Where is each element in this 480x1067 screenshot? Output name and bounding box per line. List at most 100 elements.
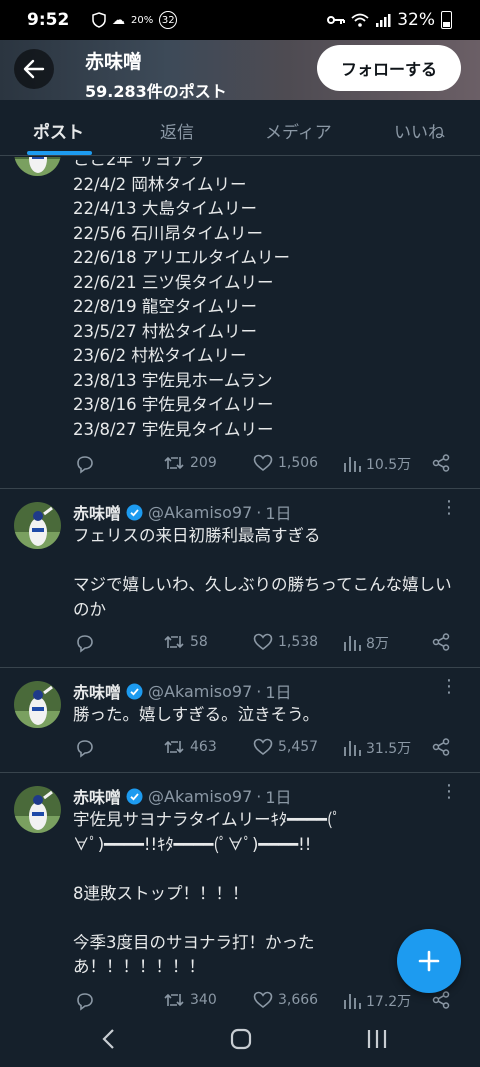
wifi-icon [351, 13, 369, 27]
profile-header: 赤味噌 59.283件のポスト フォローする [0, 40, 480, 101]
share-button[interactable] [432, 738, 450, 756]
share-button[interactable] [432, 454, 450, 472]
notification-badge: 32 [159, 11, 178, 29]
arrow-left-icon [23, 59, 45, 79]
heart-icon [253, 454, 273, 472]
author-handle[interactable]: @Akamiso97 [148, 682, 252, 701]
author-handle[interactable]: @Akamiso97 [148, 503, 252, 522]
status-time: 9:52 [27, 10, 70, 30]
avatar[interactable] [14, 681, 61, 728]
share-icon [432, 991, 450, 1009]
reply-button[interactable] [75, 991, 95, 1011]
tweet[interactable]: 赤味噌 @Akamiso97 · 1日 ⋮ フェリスの来日初勝利最高すぎる マジ… [0, 489, 480, 668]
retweet-icon [164, 635, 184, 649]
shield-icon [92, 12, 106, 28]
reply-icon [77, 456, 93, 474]
like-count: 1,506 [278, 455, 319, 471]
tweet-time[interactable]: 1日 [265, 500, 291, 524]
reply-icon [77, 740, 93, 758]
compose-button[interactable] [397, 929, 461, 993]
views-count: 31.5万 [366, 741, 412, 757]
views-icon [344, 741, 361, 756]
status-right: 32% [327, 10, 452, 30]
avatar[interactable] [14, 157, 61, 176]
views-button[interactable]: 10.5万 [343, 454, 411, 474]
tweet-header: 赤味噌 @Akamiso97 · 1日 [73, 784, 292, 808]
tweet-actions: 58 1,538 8万 [0, 633, 480, 655]
author-name[interactable]: 赤味噌 [73, 784, 121, 808]
back-button[interactable] [14, 49, 54, 89]
like-button[interactable]: 5,457 [253, 738, 318, 756]
profile-tabs: ポスト 返信 メディア いいね [0, 100, 480, 156]
follow-button[interactable]: フォローする [317, 45, 461, 91]
like-button[interactable]: 1,538 [253, 633, 318, 651]
views-button[interactable]: 17.2万 [343, 991, 411, 1011]
reply-button[interactable] [75, 633, 95, 653]
system-nav-bar [0, 1012, 480, 1067]
active-tab-indicator [27, 151, 92, 155]
profile-name: 赤味噌 [85, 51, 143, 73]
retweet-button[interactable]: 58 [163, 633, 208, 651]
author-name[interactable]: 赤味噌 [73, 679, 121, 703]
avatar[interactable] [14, 786, 61, 833]
battery-icon [441, 11, 452, 29]
tab-posts[interactable]: ポスト [33, 118, 84, 143]
share-icon [432, 454, 450, 472]
retweet-button[interactable]: 209 [163, 454, 217, 472]
tweet[interactable]: ここ2年 サヨナラ 22/4/2 岡林タイムリー 22/4/13 大島タイムリー… [0, 157, 480, 489]
retweet-icon [164, 993, 184, 1007]
retweet-icon [164, 740, 184, 754]
reply-icon [77, 635, 93, 653]
weather-temp: 20% [131, 14, 154, 26]
retweet-count: 209 [190, 455, 217, 471]
tweet-actions: 209 1,506 10.5万 [0, 454, 480, 476]
views-count: 10.5万 [366, 457, 412, 473]
tweet-text: 宇佐見サヨナラタイムリーｷﾀ━━━━(ﾟ∀ﾟ)━━━━!!ｷﾀ━━━━(ﾟ∀ﾟ)… [73, 810, 341, 976]
views-button[interactable]: 31.5万 [343, 738, 411, 758]
more-options-button[interactable]: ⋮ [440, 499, 458, 517]
retweet-count: 58 [190, 634, 208, 650]
retweet-count: 463 [190, 739, 217, 755]
retweet-button[interactable]: 340 [163, 991, 217, 1009]
like-button[interactable]: 1,506 [253, 454, 318, 472]
views-count: 8万 [366, 636, 389, 652]
retweet-button[interactable]: 463 [163, 738, 217, 756]
verified-badge-icon [126, 683, 143, 699]
nav-home-icon[interactable] [230, 1028, 252, 1050]
share-icon [432, 738, 450, 756]
tweet-text: 勝った。嬉しすぎる。泣きそう。 [73, 705, 320, 724]
like-button[interactable]: 3,666 [253, 991, 318, 1009]
separator-dot: · [256, 502, 262, 522]
heart-icon [253, 991, 273, 1009]
like-count: 5,457 [278, 739, 319, 755]
plus-icon [418, 950, 440, 972]
views-button[interactable]: 8万 [343, 633, 389, 653]
reply-button[interactable] [75, 738, 95, 758]
battery-percent: 32% [397, 10, 435, 30]
reply-icon [77, 993, 93, 1011]
reply-button[interactable] [75, 454, 95, 474]
author-name[interactable]: 赤味噌 [73, 500, 121, 524]
nav-back-icon[interactable] [100, 1028, 116, 1050]
separator-dot: · [256, 786, 262, 806]
retweet-count: 340 [190, 992, 217, 1008]
tweet-time[interactable]: 1日 [265, 679, 291, 703]
views-icon [344, 457, 361, 472]
tab-likes[interactable]: いいね [394, 118, 445, 143]
avatar[interactable] [14, 502, 61, 549]
author-handle[interactable]: @Akamiso97 [148, 787, 252, 806]
tweet-header: 赤味噌 @Akamiso97 · 1日 [73, 679, 292, 703]
more-options-button[interactable]: ⋮ [440, 678, 458, 696]
share-button[interactable] [432, 633, 450, 651]
tweet-header: 赤味噌 @Akamiso97 · 1日 [73, 500, 292, 524]
tab-media[interactable]: メディア [265, 118, 332, 143]
post-count: 59.283件のポスト [85, 82, 227, 101]
tweet-text: フェリスの来日初勝利最高すぎる マジで嬉しいわ、久しぶりの勝ちってこんな嬉しいの… [73, 526, 452, 619]
nav-recents-icon[interactable] [366, 1028, 388, 1050]
tab-replies[interactable]: 返信 [160, 118, 194, 143]
more-options-button[interactable]: ⋮ [440, 783, 458, 801]
share-button[interactable] [432, 991, 450, 1009]
tweet[interactable]: 赤味噌 @Akamiso97 · 1日 ⋮ 勝った。嬉しすぎる。泣きそう。 46… [0, 668, 480, 773]
tweet-time[interactable]: 1日 [265, 784, 291, 808]
verified-badge-icon [126, 788, 143, 804]
